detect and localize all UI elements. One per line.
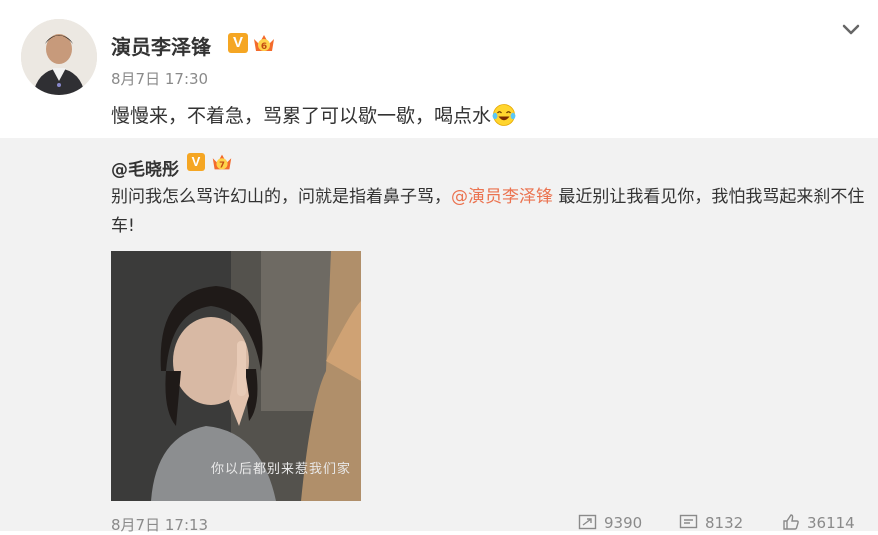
- comment-count-button[interactable]: 8132: [679, 513, 743, 532]
- verified-badge-icon: V: [228, 33, 248, 53]
- repost-text-before: 别问我怎么骂许幻山的，问就是指着鼻子骂，: [111, 187, 451, 207]
- repost-count-button[interactable]: 9390: [578, 513, 642, 532]
- like-count-button[interactable]: 36114: [781, 513, 855, 532]
- avatar[interactable]: [21, 19, 97, 95]
- comment-icon: [679, 514, 698, 529]
- repost-media-thumbnail[interactable]: 你以后都别来惹我们家: [111, 251, 361, 501]
- svg-text:7: 7: [219, 160, 225, 170]
- thumbs-up-icon: [783, 514, 799, 530]
- repost-timestamp[interactable]: 8月7日 17:13: [111, 514, 208, 535]
- comment-count: 8132: [705, 514, 744, 532]
- post-text-content: 慢慢来，不着急，骂累了可以歇一歇，喝点水: [111, 105, 492, 127]
- repost-card[interactable]: @毛晓彤 V 7 别问我怎么骂许幻山的，问就是指着鼻子骂，@演员李泽锋 最近别让…: [0, 138, 878, 534]
- repost-icon: [578, 514, 597, 530]
- post-timestamp[interactable]: 8月7日 17:30: [111, 68, 208, 89]
- svg-text:6: 6: [261, 42, 267, 52]
- post-text: 慢慢来，不着急，骂累了可以歇一歇，喝点水: [111, 101, 516, 128]
- repost-count: 9390: [604, 514, 643, 532]
- vip-crown-icon: 7: [212, 154, 232, 170]
- media-caption: 你以后都别来惹我们家: [211, 462, 352, 477]
- post-author-name[interactable]: 演员李泽锋: [111, 31, 211, 60]
- weibo-post: 演员李泽锋 V 6 8月7日 17:30 慢慢来，不着急，骂累了可以歇一歇，喝点…: [0, 0, 878, 138]
- avatar-image: [21, 19, 97, 95]
- laughing-tears-icon: [492, 104, 516, 126]
- repost-text: 别问我怎么骂许幻山的，问就是指着鼻子骂，@演员李泽锋 最近别让我看见你，我怕我骂…: [111, 183, 866, 241]
- chevron-down-icon[interactable]: [842, 22, 860, 36]
- vip-crown-icon: 6: [254, 35, 274, 52]
- repost-author-name[interactable]: @毛晓彤: [111, 155, 179, 180]
- mention-link[interactable]: @演员李泽锋: [451, 187, 553, 207]
- like-count: 36114: [807, 514, 855, 532]
- verified-badge-icon: V: [187, 153, 205, 171]
